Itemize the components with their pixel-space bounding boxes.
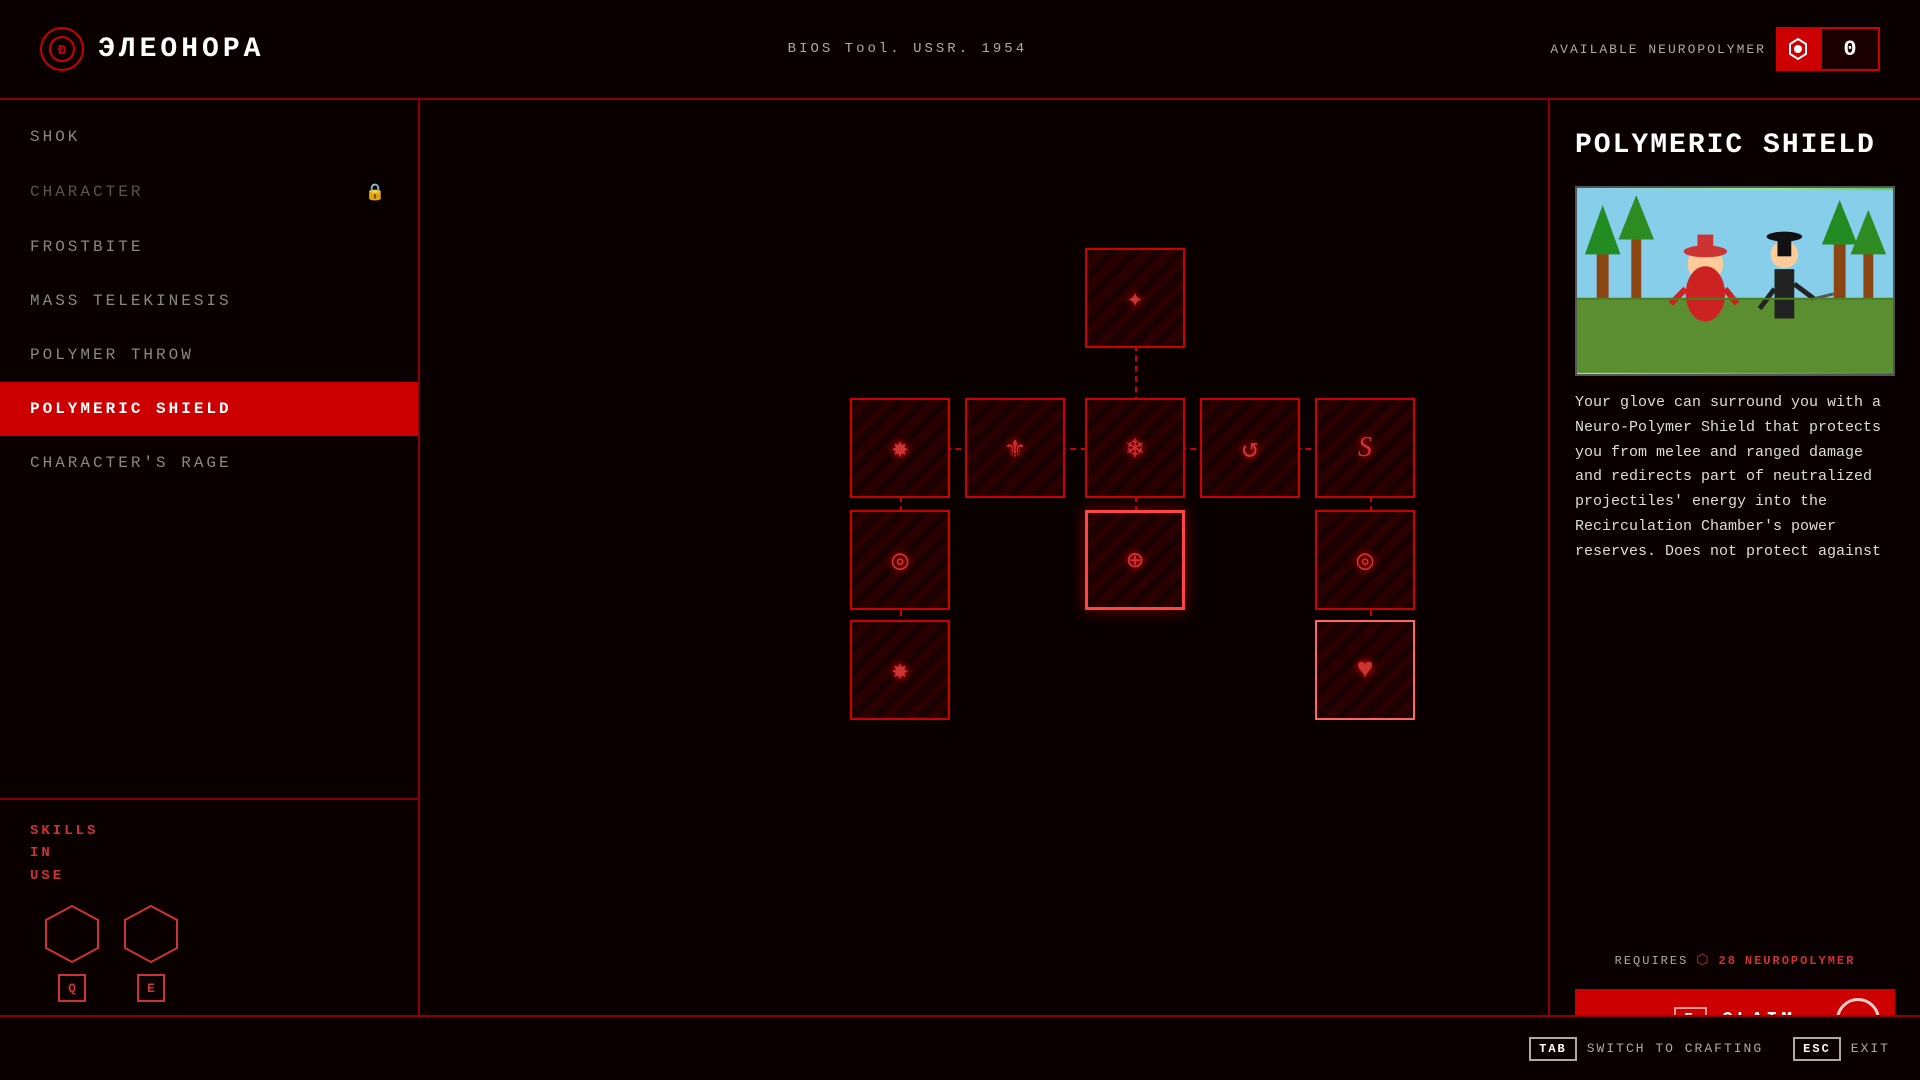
skill-icon-mid-right: S — [1358, 432, 1372, 464]
skill-detail-title: POLYMERIC SHIELD — [1575, 130, 1895, 161]
skill-node-low-left[interactable]: ◎ — [850, 510, 950, 610]
switch-to-crafting-button[interactable]: TAB SWITCH TO CRAFTING — [1529, 1037, 1763, 1061]
sidebar-menu: SHOK CHARACTER 🔒 FROSTBITE MASS TELEKINE… — [0, 100, 418, 800]
tab-key: TAB — [1529, 1037, 1577, 1061]
skill-description: Your glove can surround you with a Neuro… — [1575, 391, 1895, 932]
np-req-icon: ⬡ — [1696, 952, 1710, 969]
right-panel: POLYMERIC SHIELD — [1550, 100, 1920, 1080]
skills-title: SKILLS IN USE — [30, 820, 388, 887]
skill-icon-mid-center-right: ↺ — [1242, 431, 1259, 466]
skill-tile-mid-center-left[interactable]: ⚜ — [965, 398, 1065, 498]
skill-icon-mid-center-left: ⚜ — [1007, 431, 1024, 466]
skill-node-bot-right[interactable]: ♥ — [1315, 620, 1415, 720]
hex-e — [119, 902, 183, 966]
neuropolymer-count: 0 — [1820, 27, 1880, 71]
skill-icon-low-left: ◎ — [892, 543, 909, 578]
skill-icon-mid-left1: ✸ — [892, 431, 909, 466]
exit-label: EXIT — [1851, 1041, 1890, 1056]
skill-icon-mid-center: ❄ — [1127, 431, 1144, 466]
bottom-bar: TAB SWITCH TO CRAFTING ESC EXIT — [0, 1015, 1920, 1080]
skill-tree-area: ✦ ✸ ⚜ ❄ ↺ S — [420, 100, 1550, 1080]
skill-node-top-center[interactable]: ✦ — [1085, 248, 1185, 348]
skill-tile-mid-center[interactable]: ❄ — [1085, 398, 1185, 498]
character-name: ЭЛЕОНОРА — [98, 34, 264, 65]
sidebar-item-polymer-throw[interactable]: POLYMER THROW — [0, 328, 418, 382]
e-key-badge: E — [137, 974, 165, 1002]
skill-icon-bot-right: ♥ — [1357, 655, 1374, 686]
skill-node-mid-center-left[interactable]: ⚜ — [965, 398, 1065, 498]
skill-tile-low-left[interactable]: ◎ — [850, 510, 950, 610]
skill-node-mid-center-right[interactable]: ↺ — [1200, 398, 1300, 498]
skill-tile-bot-left[interactable]: ✸ — [850, 620, 950, 720]
bios-tool-label: BIOS Tool. USSR. 1954 — [264, 41, 1550, 57]
skill-icon-low-center: ⊕ — [1127, 543, 1144, 578]
exit-button[interactable]: ESC EXIT — [1793, 1037, 1890, 1061]
skill-tile-low-right[interactable]: ◎ — [1315, 510, 1415, 610]
skill-node-mid-right[interactable]: S — [1315, 398, 1415, 498]
esc-key: ESC — [1793, 1037, 1841, 1061]
skill-slot-q: Q — [40, 902, 104, 1002]
skill-tile-mid-center-right[interactable]: ↺ — [1200, 398, 1300, 498]
lock-icon: 🔒 — [365, 182, 388, 202]
available-neuropolymer-label: AVAILABLE NEUROPOLYMER — [1550, 42, 1766, 57]
skill-node-low-right[interactable]: ◎ — [1315, 510, 1415, 610]
neuropolymer-counter: 0 — [1776, 27, 1880, 71]
sidebar-item-mass-telekinesis[interactable]: MASS TELEKINESIS — [0, 274, 418, 328]
skill-icon-top-center: ✦ — [1127, 281, 1144, 316]
svg-text:Ð: Ð — [58, 43, 66, 59]
sidebar-item-characters-rage[interactable]: CHARACTER'S RAGE — [0, 436, 418, 490]
np-req-amount: 28 — [1719, 954, 1737, 968]
skill-slot-e: E — [119, 902, 183, 1002]
skill-tile-low-center[interactable]: ⊕ — [1085, 510, 1185, 610]
skill-tile-mid-left1[interactable]: ✸ — [850, 398, 950, 498]
logo-icon: Ð — [40, 27, 84, 71]
header: Ð ЭЛЕОНОРА BIOS Tool. USSR. 1954 AVAILAB… — [0, 0, 1920, 100]
skill-tile-bot-right[interactable]: ♥ — [1315, 620, 1415, 720]
sidebar-item-shok[interactable]: SHOK — [0, 110, 418, 164]
np-req-currency: NEUROPOLYMER — [1745, 954, 1855, 968]
logo-area: Ð ЭЛЕОНОРА — [40, 27, 264, 71]
skill-node-mid-left1[interactable]: ✸ — [850, 398, 950, 498]
skill-node-mid-center[interactable]: ❄ — [1085, 398, 1185, 498]
skill-tile-mid-right[interactable]: S — [1315, 398, 1415, 498]
skill-icon-low-right: ◎ — [1357, 543, 1374, 578]
neuropolymer-icon — [1776, 27, 1820, 71]
skill-icon-bot-left: ✸ — [892, 653, 909, 688]
requires-row: REQUIRES ⬡ 28 NEUROPOLYMER — [1575, 952, 1895, 969]
skill-slots: Q E — [40, 902, 388, 1002]
requires-label: REQUIRES — [1615, 954, 1689, 968]
sidebar-item-frostbite[interactable]: FROSTBITE — [0, 220, 418, 274]
skill-image — [1575, 186, 1895, 376]
skill-node-bot-left[interactable]: ✸ — [850, 620, 950, 720]
header-right: AVAILABLE NEUROPOLYMER 0 — [1550, 27, 1880, 71]
q-key-badge: Q — [58, 974, 86, 1002]
skill-tile-top-center[interactable]: ✦ — [1085, 248, 1185, 348]
skill-node-low-center[interactable]: ⊕ — [1085, 510, 1185, 610]
sidebar-item-polymeric-shield[interactable]: POLYMERIC SHIELD — [0, 382, 418, 436]
main-content: SHOK CHARACTER 🔒 FROSTBITE MASS TELEKINE… — [0, 100, 1920, 1080]
crafting-label: SWITCH TO CRAFTING — [1587, 1041, 1763, 1056]
hex-q — [40, 902, 104, 966]
sidebar: SHOK CHARACTER 🔒 FROSTBITE MASS TELEKINE… — [0, 100, 420, 1080]
sidebar-item-character[interactable]: CHARACTER 🔒 — [0, 164, 418, 220]
